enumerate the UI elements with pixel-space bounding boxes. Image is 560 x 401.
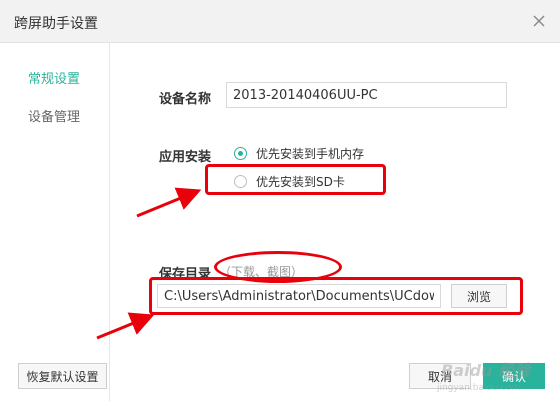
arrow-icon [96, 312, 155, 340]
watermark: Baidu 经验 [441, 361, 530, 380]
annotation-arrows [96, 187, 202, 340]
watermark-url: jingyan.baidu.com [436, 383, 520, 393]
arrow-icon [136, 187, 202, 218]
